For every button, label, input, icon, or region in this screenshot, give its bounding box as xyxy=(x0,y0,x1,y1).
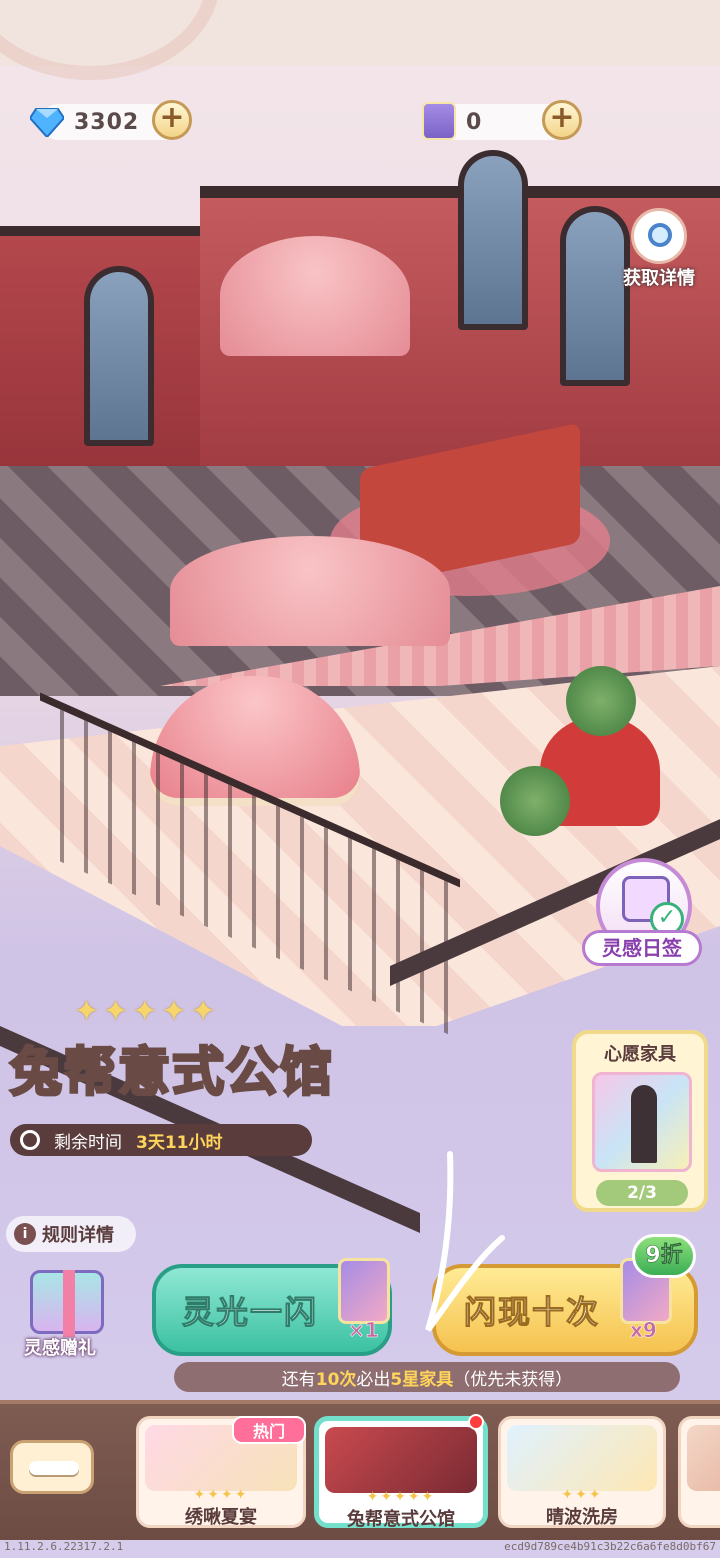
remaining-time-bar: 剩余时间 3天11小时 xyxy=(10,1124,312,1156)
guarantee-post: （优先未获得） xyxy=(453,1369,573,1390)
arched-window xyxy=(458,150,528,330)
tab-stars: ✦✦✦✦ xyxy=(193,1487,249,1503)
banner-thumbnail xyxy=(325,1427,477,1493)
clock-icon xyxy=(20,1130,40,1150)
guarantee-count: 10次 xyxy=(315,1369,357,1390)
tab-stars: ✦✦✦ xyxy=(561,1487,603,1503)
wish-progress: 2/3 xyxy=(596,1180,688,1206)
ten-cost: x9 xyxy=(630,1318,657,1343)
handwritten-checkmark xyxy=(425,1151,505,1332)
ticket-icon xyxy=(422,102,456,140)
guarantee-pre: 还有 xyxy=(281,1369,316,1390)
tab-banner-2[interactable]: ✦✦✦✦✦ 兔帮意式公馆 xyxy=(314,1416,488,1530)
details-button[interactable]: 获取详情 xyxy=(604,208,714,290)
magnifier-icon xyxy=(631,208,687,264)
draw-ticket-icon xyxy=(338,1258,390,1324)
banner-thumbnail xyxy=(507,1425,657,1491)
tab-name: 绣啾夏宴 xyxy=(185,1507,257,1528)
single-draw-label: 灵光一闪 xyxy=(181,1293,319,1332)
checkin-label[interactable]: 灵感日签 xyxy=(582,930,702,966)
tab-banner-3[interactable]: ✦✦✦ 晴波洗房 xyxy=(498,1416,666,1528)
hot-badge: 热门 xyxy=(232,1416,306,1444)
gift-label[interactable]: 灵感赠礼 xyxy=(24,1334,96,1360)
tab-banner-4-partial[interactable] xyxy=(678,1416,720,1528)
discount-badge: 9折 xyxy=(632,1234,696,1278)
rarity-stars: ✦ ✦ ✦ ✦ ✦ xyxy=(74,994,216,1029)
gem-amount: 3302 xyxy=(74,109,140,135)
details-label: 获取详情 xyxy=(623,268,695,289)
add-gems-button[interactable]: + xyxy=(152,100,192,140)
arched-window xyxy=(84,266,154,446)
tab-name: 兔帮意式公馆 xyxy=(347,1509,455,1530)
bed-canopy xyxy=(220,236,410,356)
add-tickets-button[interactable]: + xyxy=(542,100,582,140)
wish-furniture-panel[interactable]: 心愿家具 2/3 xyxy=(572,1030,708,1212)
star-icon: ✦ xyxy=(74,994,100,1029)
guarantee-note: 还有 10次 必出 5星家具 （优先未获得） xyxy=(174,1362,680,1392)
rules-label: 规则详情 xyxy=(42,1225,114,1246)
ticket-amount: 0 xyxy=(466,109,483,135)
top-strip xyxy=(0,0,720,80)
star-icon: ✦ xyxy=(190,994,216,1029)
guarantee-mid: 必出 xyxy=(356,1369,391,1390)
banner-title: 兔帮意式公馆 xyxy=(8,1041,335,1105)
gacha-screen: 3302 + 0 + 获取详情 ✓ 灵感日签 ✦ ✦ ✦ ✦ ✦ 兔帮意式公馆 … xyxy=(0,0,720,1558)
rules-button[interactable]: i 规则详情 xyxy=(6,1216,136,1252)
gift-box-icon[interactable] xyxy=(30,1270,104,1337)
back-arrow-icon xyxy=(29,1461,79,1475)
rose-arch xyxy=(170,536,450,646)
banner-thumbnail xyxy=(687,1425,720,1491)
notification-dot xyxy=(468,1414,484,1430)
tab-name: 晴波洗房 xyxy=(546,1507,618,1528)
time-value: 3天11小时 xyxy=(136,1132,223,1153)
info-icon: i xyxy=(14,1223,36,1245)
single-cost: ×1 xyxy=(348,1318,379,1343)
tab-stars: ✦✦✦✦✦ xyxy=(366,1489,436,1505)
diamond-icon xyxy=(30,108,64,137)
star-icon: ✦ xyxy=(103,994,129,1029)
wish-title: 心愿家具 xyxy=(604,1044,676,1065)
version-text: 1.11.2.6.22317.2.1 xyxy=(4,1540,124,1553)
back-button[interactable] xyxy=(10,1440,94,1494)
star-icon: ✦ xyxy=(161,994,187,1029)
time-label: 剩余时间 xyxy=(54,1132,122,1153)
potted-plant xyxy=(500,766,570,836)
star-icon: ✦ xyxy=(132,994,158,1029)
potted-plant xyxy=(566,666,636,736)
guarantee-rarity: 5星家具 xyxy=(390,1369,454,1390)
build-hash: ecd9d789ce4b91c3b22c6a6fe8d0bf67 xyxy=(504,1540,716,1553)
gothic-window-furniture-icon xyxy=(592,1072,692,1172)
